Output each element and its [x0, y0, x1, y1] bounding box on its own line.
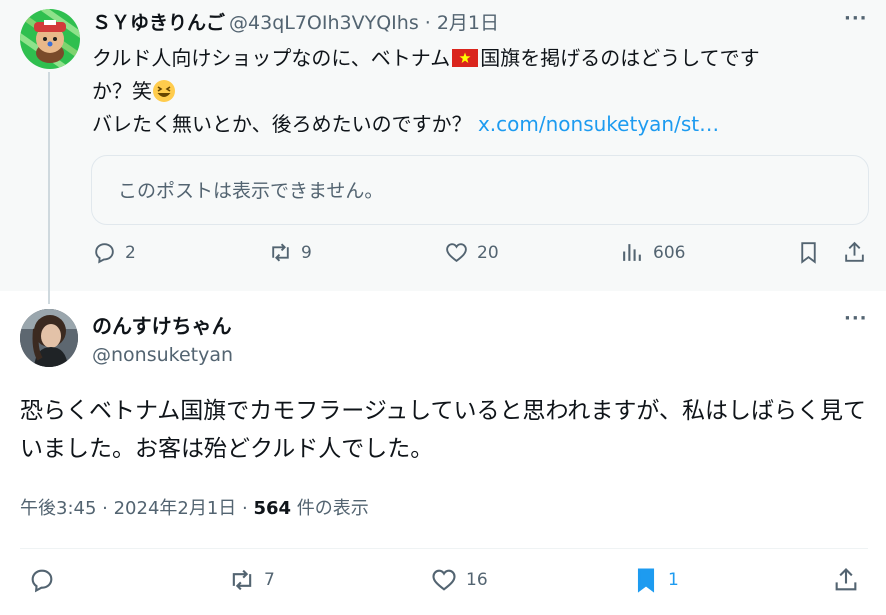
parent-text-part: か？笑	[92, 79, 152, 103]
reply-timestamp[interactable]: 午後3:45 · 2024年2月1日 ·	[20, 498, 253, 519]
bookmark-icon	[801, 242, 816, 264]
repost-button[interactable]: 7	[228, 566, 275, 594]
divider	[20, 548, 868, 549]
repost-count: 9	[301, 242, 312, 263]
more-icon[interactable]: ···	[844, 8, 868, 29]
vietnam-flag-emoji	[452, 49, 479, 67]
post-link[interactable]: x.com/nonsuketyan/st…	[478, 112, 719, 136]
quote-notice-text: このポストは表示できません。	[118, 180, 384, 202]
repost-count: 7	[264, 570, 275, 590]
bookmark-button[interactable]: 1	[632, 566, 679, 594]
reply-action-bar: 7 16 1	[0, 566, 886, 606]
share-button[interactable]	[842, 240, 867, 265]
like-icon	[446, 243, 467, 263]
parent-text-part: バレたく無いとか、後ろめたいのですか？	[92, 112, 478, 136]
bookmark-count: 1	[668, 570, 679, 590]
like-button[interactable]: 20	[444, 240, 499, 265]
reply-view-label: 件の表示	[291, 498, 369, 519]
reply-icon	[95, 243, 114, 264]
like-count: 20	[477, 242, 499, 263]
like-button[interactable]: 16	[430, 566, 488, 594]
parent-handle-date[interactable]: @43qL7OIh3VYQIhs · 2月1日	[229, 12, 499, 34]
more-icon[interactable]: ···	[844, 308, 868, 329]
repost-icon	[272, 243, 289, 262]
share-button[interactable]	[832, 566, 860, 594]
reply-icon	[31, 569, 53, 593]
parent-action-bar: 2 9 20 606	[0, 240, 886, 280]
parent-text-part: 国旗を掲げるのはどうしてです	[480, 46, 760, 70]
like-icon	[432, 569, 456, 591]
parent-header: ＳＹゆきりんご @43qL7OIh3VYQIhs · 2月1日	[92, 10, 499, 36]
bookmark-icon	[637, 568, 655, 593]
parent-post[interactable]: ＳＹゆきりんご @43qL7OIh3VYQIhs · 2月1日 ··· クルド人向…	[0, 0, 886, 291]
repost-button[interactable]: 9	[268, 240, 312, 265]
repost-icon	[232, 569, 252, 591]
views-icon	[623, 244, 641, 261]
quoted-post-unavailable[interactable]: このポストは表示できません。	[91, 155, 869, 225]
parent-display-name[interactable]: ＳＹゆきりんご	[92, 12, 225, 34]
reply-button[interactable]	[28, 566, 56, 594]
reply-avatar[interactable]	[20, 309, 78, 367]
share-icon	[835, 568, 857, 591]
reply-post-text: 恐らくベトナム国旗でカモフラージュしていると思われますが、私はしばらく見ていまし…	[20, 398, 866, 462]
like-count: 16	[466, 570, 488, 590]
views-count: 606	[653, 242, 686, 263]
reply-view-count: 564	[253, 498, 292, 519]
reply-count: 2	[125, 242, 136, 263]
bookmark-button[interactable]	[796, 240, 821, 265]
thread-connector-line	[48, 72, 50, 304]
reply-display-name[interactable]: のんすけちゃん	[92, 310, 232, 339]
parent-text-part: クルド人向けショップなのに、ベトナム	[92, 46, 451, 70]
parent-post-text: クルド人向けショップなのに、ベトナム 国旗を掲げるのはどうしてです か？笑 バレた…	[92, 42, 872, 141]
reply-button[interactable]: 2	[92, 240, 136, 265]
laughing-face-icon	[153, 80, 175, 102]
parent-avatar[interactable]	[20, 9, 80, 69]
share-icon	[845, 241, 864, 262]
views-button[interactable]: 606	[620, 240, 685, 265]
reply-handle[interactable]: @nonsuketyan	[92, 344, 233, 366]
reply-timestamp-views: 午後3:45 · 2024年2月1日 · 564 件の表示	[20, 494, 369, 520]
